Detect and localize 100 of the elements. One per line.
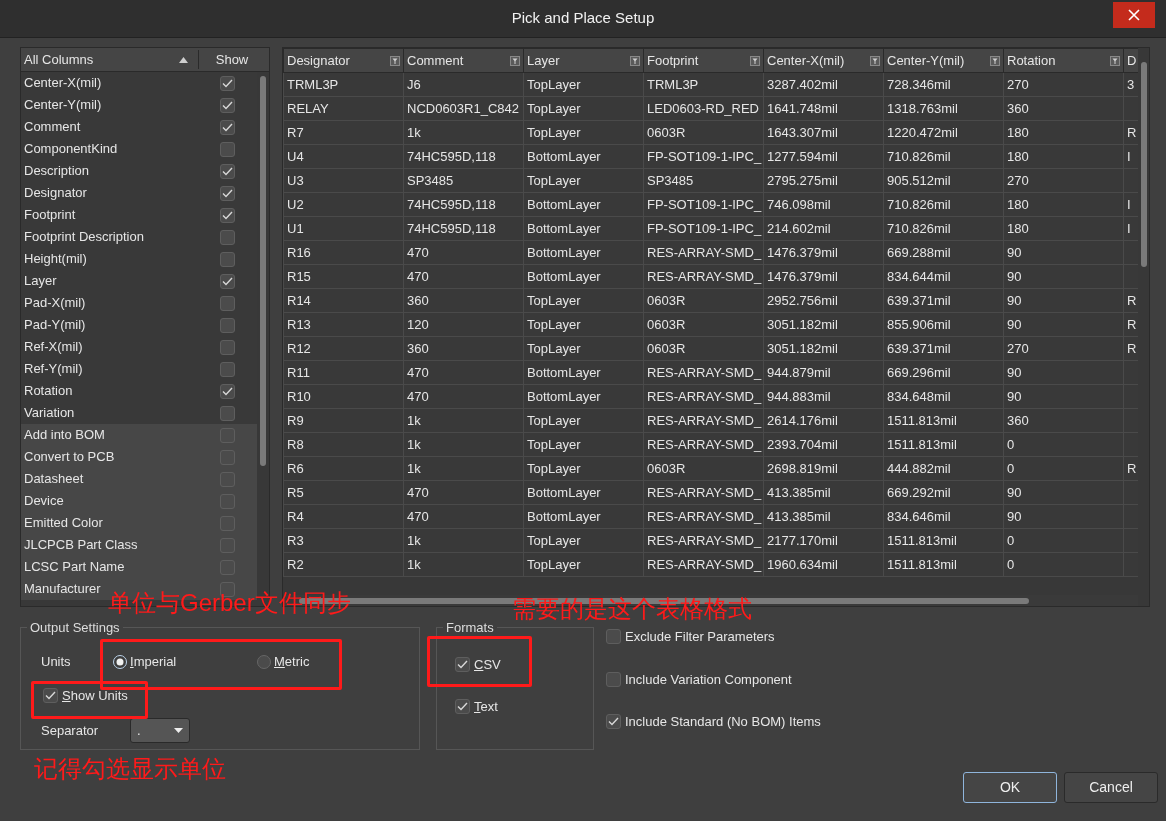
checkbox-label: Text: [474, 697, 498, 716]
checkbox[interactable]: [219, 163, 235, 179]
checkbox[interactable]: [43, 687, 58, 703]
checkbox[interactable]: [455, 698, 470, 714]
table-cell: 90: [1007, 484, 1022, 500]
checkbox[interactable]: [219, 97, 235, 113]
column-header[interactable]: All Columns: [24, 49, 179, 70]
table-cell: 1k: [407, 556, 421, 572]
checkbox[interactable]: [219, 251, 235, 267]
table-cell: SP3485: [407, 172, 454, 188]
table-cell: 2177.170mil: [767, 532, 838, 548]
table-cell: R15: [287, 268, 311, 284]
list-item[interactable]: Footprint Description: [24, 227, 197, 247]
table-cell: BottomLayer: [527, 268, 601, 284]
list-item[interactable]: Layer: [24, 271, 197, 291]
checkbox[interactable]: [219, 295, 235, 311]
checkbox[interactable]: [219, 361, 235, 377]
checkbox[interactable]: [219, 383, 235, 399]
sort-up-icon[interactable]: [179, 56, 188, 63]
list-item[interactable]: Ref-Y(mil): [24, 359, 197, 379]
checkbox[interactable]: [219, 339, 235, 355]
table-cell: I: [1127, 196, 1131, 212]
table-cell: 0: [1007, 460, 1015, 476]
checkbox[interactable]: [219, 185, 235, 201]
column-header[interactable]: Footprint: [643, 48, 764, 73]
table-cell: 470: [407, 268, 429, 284]
table-cell: 944.883mil: [767, 388, 831, 404]
table-cell: J6: [407, 76, 421, 92]
table-cell: 710.826mil: [887, 196, 951, 212]
column-header[interactable]: Center-Y(mil): [883, 48, 1004, 73]
table-cell: TRML3P: [647, 76, 699, 92]
list-item[interactable]: Center-X(mil): [24, 73, 197, 93]
filter-icon[interactable]: [630, 55, 640, 66]
checkbox[interactable]: [219, 317, 235, 333]
checkbox[interactable]: [606, 629, 621, 645]
checkbox[interactable]: [219, 75, 235, 91]
column-header[interactable]: Show: [207, 49, 257, 70]
table-cell: 180: [1007, 196, 1029, 212]
checkbox[interactable]: [219, 119, 235, 135]
table-cell: TRML3P: [287, 76, 339, 92]
table-cell: 1k: [407, 532, 421, 548]
checkbox-label: Show Units: [62, 686, 128, 705]
table-cell: 90: [1007, 508, 1022, 524]
field-label: Separator: [41, 721, 100, 740]
checkbox[interactable]: [606, 671, 621, 687]
checkbox[interactable]: [219, 229, 235, 245]
list-item[interactable]: Height(mil): [24, 249, 197, 269]
close-button[interactable]: [1113, 2, 1155, 28]
column-header[interactable]: Rotation: [1003, 48, 1124, 73]
table-cell: 1511.813mil: [887, 412, 957, 428]
table-cell: R6: [287, 460, 304, 476]
filter-icon[interactable]: [390, 55, 400, 66]
list-item[interactable]: Pad-X(mil): [24, 293, 197, 313]
column-header[interactable]: Designator: [283, 48, 404, 73]
table-cell: 74HC595D,118: [407, 196, 496, 212]
list-item[interactable]: Footprint: [24, 205, 197, 225]
table-cell: 270: [1007, 172, 1029, 188]
column-header[interactable]: Center-X(mil): [763, 48, 884, 73]
table-cell: R8: [287, 436, 304, 452]
column-header[interactable]: Layer: [523, 48, 644, 73]
filter-icon[interactable]: [750, 55, 760, 66]
table-cell: RES-ARRAY-SMD_: [647, 532, 762, 548]
list-item[interactable]: Description: [24, 161, 197, 181]
table-cell: 90: [1007, 244, 1022, 260]
radio-button[interactable]: [257, 654, 271, 669]
checkbox[interactable]: [606, 714, 621, 730]
table-cell: R14: [287, 292, 311, 308]
list-item[interactable]: Designator: [24, 183, 197, 203]
checkbox[interactable]: [219, 405, 235, 421]
filter-icon[interactable]: [990, 55, 1000, 66]
table-cell: R5: [287, 484, 304, 500]
checkbox[interactable]: [455, 657, 470, 673]
table-cell: R: [1127, 460, 1137, 476]
column-header[interactable]: Comment: [403, 48, 524, 73]
table-cell: 669.296mil: [887, 364, 951, 380]
table-cell: NCD0603R1_C842: [407, 100, 519, 116]
filter-icon[interactable]: [510, 55, 520, 66]
separator-dropdown[interactable]: .: [130, 718, 190, 743]
table-cell: 3287.402mil: [767, 76, 838, 92]
checkbox[interactable]: [219, 207, 235, 223]
cancel-button[interactable]: Cancel: [1064, 772, 1158, 803]
table-cell: 90: [1007, 268, 1022, 284]
list-item[interactable]: Variation: [24, 403, 197, 423]
filter-icon[interactable]: [1110, 55, 1120, 66]
list-item[interactable]: Comment: [24, 117, 197, 137]
table-cell: R9: [287, 412, 304, 428]
checkbox-label: CSV: [474, 656, 501, 674]
checkbox[interactable]: [219, 141, 235, 157]
checkbox[interactable]: [219, 273, 235, 289]
table-cell: U2: [287, 196, 304, 212]
list-item[interactable]: Pad-Y(mil): [24, 315, 197, 335]
checkbox-label: Include Variation Component: [625, 670, 792, 689]
list-item[interactable]: Center-Y(mil): [24, 95, 197, 115]
list-item[interactable]: Rotation: [24, 381, 197, 401]
table-cell: BottomLayer: [527, 508, 601, 524]
caret-icon[interactable]: [174, 728, 183, 733]
filter-icon[interactable]: [870, 55, 880, 66]
ok-button[interactable]: OK: [963, 772, 1057, 803]
list-item[interactable]: Ref-X(mil): [24, 337, 197, 357]
list-item[interactable]: ComponentKind: [24, 139, 197, 159]
